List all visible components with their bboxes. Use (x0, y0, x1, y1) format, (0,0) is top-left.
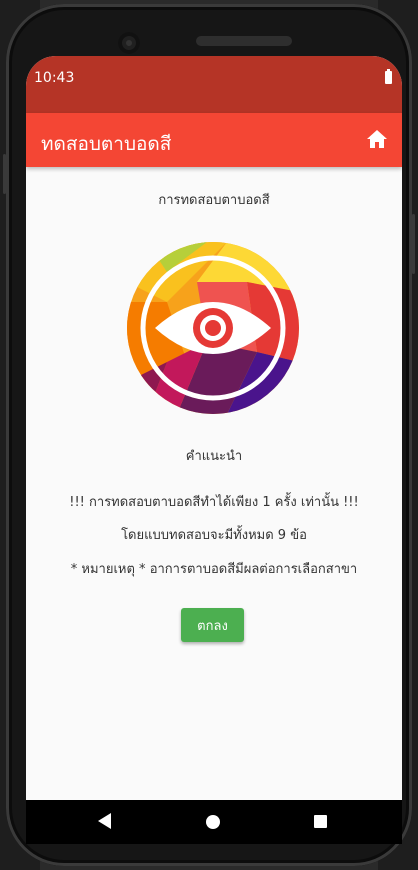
instruction-line-2: โดยแบบทดสอบจะมีทั้งหมด 9 ข้อ (121, 528, 307, 543)
status-bar: 10:43 (26, 56, 402, 113)
page-heading: การทดสอบตาบอดสี (158, 193, 270, 208)
toolbar-title: ทดสอบตาบอดสี (41, 133, 172, 155)
front-camera (118, 32, 140, 54)
instruction-line-1: !!! การทดสอบตาบอดสีทำได้เพียง 1 ครั้ง เท… (69, 495, 359, 510)
ok-button[interactable]: ตกลง (181, 608, 244, 642)
status-time: 10:43 (34, 70, 75, 86)
earpiece-speaker (196, 36, 292, 46)
volume-up-button (3, 154, 6, 194)
home-circle-icon[interactable] (206, 815, 220, 829)
main-content: การทดสอบตาบอดสี คำแนะนำ !!! การทดสอบตาบอ… (26, 167, 402, 800)
instructions-title: คำแนะนำ (185, 449, 243, 464)
app-screen: 10:43 ทดสอบตาบอดสี การทดสอบตาบอดสี คำแนะ… (26, 56, 402, 844)
app-toolbar: ทดสอบตาบอดสี (26, 113, 402, 167)
instruction-line-3: * หมายเหตุ * อาการตาบอดสีมีผลต่อการเลือก… (70, 562, 358, 577)
back-icon[interactable] (98, 813, 111, 829)
power-button (412, 214, 415, 274)
recent-apps-icon[interactable] (314, 815, 327, 828)
battery-icon (385, 69, 392, 84)
home-icon[interactable] (366, 129, 388, 149)
eye-icon (127, 242, 299, 414)
navigation-bar (26, 800, 402, 844)
